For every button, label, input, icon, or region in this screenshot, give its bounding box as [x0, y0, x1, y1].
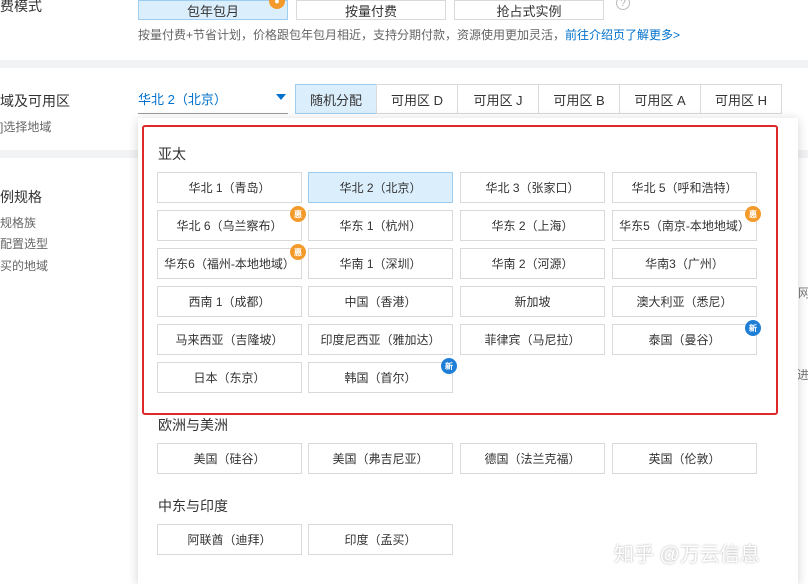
- group-title-europe-americas: 欧洲与美洲: [158, 417, 228, 433]
- zone-tab-h[interactable]: 可用区 H: [700, 84, 782, 114]
- region-option-label: 韩国（首尔）: [344, 371, 417, 385]
- region-option[interactable]: 华北 3（张家口）: [460, 172, 605, 203]
- region-select-value: 华北 2（北京）: [138, 92, 227, 107]
- region-option[interactable]: 澳大利亚（悉尼）: [612, 286, 757, 317]
- zone-tabs: 随机分配 可用区 D 可用区 J 可用区 B 可用区 A 可用区 H: [295, 84, 782, 114]
- region-option-label: 华南 2（河源）: [491, 257, 574, 271]
- region-option-label: 泰国（曼谷）: [648, 333, 721, 347]
- region-option-label: 华东5（南京-本地地域）: [619, 219, 750, 233]
- region-option[interactable]: 德国（法兰克福）: [460, 443, 605, 474]
- billing-pay-as-you-go-button[interactable]: 按量付费: [296, 0, 446, 20]
- zone-tab-j[interactable]: 可用区 J: [457, 84, 539, 114]
- region-option[interactable]: 华北 6（乌兰察布） 惠: [157, 206, 306, 241]
- billing-note: 按量付费+节省计划，价格跟包年包月相近，支持分期付款，资源使用更加灵活，前往介绍…: [138, 26, 680, 43]
- region-option-label: 美国（弗吉尼亚）: [332, 452, 429, 466]
- region-label: 域及可用区: [0, 93, 70, 109]
- region-option[interactable]: 美国（硅谷）: [157, 443, 302, 474]
- region-option[interactable]: 华东 2（上海）: [460, 210, 605, 241]
- region-option[interactable]: 华北 2（北京）: [308, 172, 453, 203]
- region-option-label: 华东 1（杭州）: [339, 219, 422, 233]
- region-option-label: 马来西亚（吉隆坡）: [175, 333, 284, 347]
- region-option[interactable]: 美国（弗吉尼亚）: [308, 443, 453, 474]
- zone-tab-a[interactable]: 可用区 A: [619, 84, 701, 114]
- region-option[interactable]: 韩国（首尔） 新: [308, 358, 457, 393]
- region-option[interactable]: 马来西亚（吉隆坡）: [157, 324, 302, 355]
- region-option-label: 印度尼西亚（雅加达）: [320, 333, 441, 347]
- region-option[interactable]: 泰国（曼谷） 新: [612, 320, 761, 355]
- region-option[interactable]: 华南 1（深圳）: [308, 248, 453, 279]
- zone-tab-random[interactable]: 随机分配: [295, 84, 377, 114]
- new-badge-icon: 新: [441, 358, 457, 374]
- hot-badge-icon: 惠: [290, 244, 306, 260]
- zone-tab-d[interactable]: 可用区 D: [376, 84, 458, 114]
- region-option-label: 华北 1（青岛）: [188, 181, 271, 195]
- region-option-label: 德国（法兰克福）: [484, 452, 581, 466]
- zone-tab-b[interactable]: 可用区 B: [538, 84, 620, 114]
- billing-button-label: 按量付费: [344, 3, 397, 19]
- region-option[interactable]: 华南 2（河源）: [460, 248, 605, 279]
- region-option-label: 华东6（福州-本地地域）: [164, 257, 295, 271]
- region-option-label: 印度（孟买）: [344, 533, 417, 547]
- billing-note-text: 按量付费+节省计划，价格跟包年包月相近，支持分期付款，资源使用更加灵活，: [138, 28, 566, 42]
- billing-spot-button[interactable]: 抢占式实例: [454, 0, 604, 20]
- region-option[interactable]: 华北 5（呼和浩特）: [612, 172, 757, 203]
- region-option[interactable]: 中国（香港）: [308, 286, 453, 317]
- region-option[interactable]: 印度尼西亚（雅加达）: [308, 324, 453, 355]
- region-option-label: 英国（伦敦）: [648, 452, 721, 466]
- region-option-label: 阿联酋（迪拜）: [187, 533, 272, 547]
- region-option[interactable]: 日本（东京）: [157, 362, 302, 393]
- region-option-label: 菲律宾（马尼拉）: [484, 333, 581, 347]
- group-title-middle-east-india: 中东与印度: [158, 498, 228, 514]
- billing-mode-label: 费模式: [0, 0, 42, 14]
- section-divider: [0, 60, 808, 68]
- watermark: 知乎 @万云信息: [614, 544, 760, 566]
- hot-badge-icon: 惠: [745, 206, 761, 222]
- edge-text: 网: [798, 286, 808, 300]
- region-option-label: 中国（香港）: [344, 295, 417, 309]
- region-option[interactable]: 华南3（广州）: [612, 248, 757, 279]
- region-option-label: 新加坡: [514, 295, 551, 309]
- region-option-label: 日本（东京）: [193, 371, 266, 385]
- region-option[interactable]: 印度（孟买）: [308, 524, 453, 555]
- region-option[interactable]: 阿联酋（迪拜）: [157, 524, 302, 555]
- region-option-label: 华北 6（乌兰察布）: [176, 219, 283, 233]
- billing-button-label: 包年包月: [186, 3, 239, 19]
- billing-subscription-button[interactable]: 包年包月 ●: [138, 0, 288, 20]
- region-option[interactable]: 英国（伦敦）: [612, 443, 757, 474]
- hot-badge-icon: 惠: [290, 206, 306, 222]
- region-option-label: 华北 5（呼和浩特）: [631, 181, 738, 195]
- region-option-label: 华南3（广州）: [645, 257, 724, 271]
- region-option[interactable]: 菲律宾（马尼拉）: [460, 324, 605, 355]
- instance-type-label: 例规格: [0, 189, 42, 205]
- region-option-label: 澳大利亚（悉尼）: [636, 295, 733, 309]
- region-option-label: 华北 2（北京）: [339, 181, 422, 195]
- region-option[interactable]: 西南 1（成都）: [157, 286, 302, 317]
- region-option[interactable]: 华东 1（杭州）: [308, 210, 453, 241]
- edge-text: 进: [797, 368, 808, 382]
- region-option-label: 美国（硅谷）: [193, 452, 266, 466]
- caret-down-icon: [276, 94, 286, 100]
- region-option[interactable]: 华北 1（青岛）: [157, 172, 302, 203]
- region-sub-label: ]选择地域: [0, 120, 52, 134]
- instance-sub-label: 买的地域: [0, 259, 49, 273]
- region-option-label: 华北 3（张家口）: [485, 181, 580, 195]
- hot-badge-icon: ●: [269, 0, 285, 9]
- new-badge-icon: 新: [745, 320, 761, 336]
- billing-button-label: 抢占式实例: [496, 3, 562, 19]
- region-option[interactable]: 华东5（南京-本地地域）惠: [612, 206, 761, 241]
- instance-sub-label: 规格族: [0, 216, 37, 230]
- region-option-label: 华东 2（上海）: [491, 219, 574, 233]
- group-title-apac: 亚太: [158, 146, 186, 162]
- billing-more-link[interactable]: 前往介绍页了解更多>: [565, 28, 680, 42]
- region-select[interactable]: 华北 2（北京）: [138, 84, 288, 114]
- region-option[interactable]: 华东6（福州-本地地域）惠: [157, 244, 306, 279]
- region-option-label: 华南 1（深圳）: [339, 257, 422, 271]
- region-option-label: 西南 1（成都）: [188, 295, 271, 309]
- region-option[interactable]: 新加坡: [460, 286, 605, 317]
- instance-sub-label: 配置选型: [0, 237, 49, 251]
